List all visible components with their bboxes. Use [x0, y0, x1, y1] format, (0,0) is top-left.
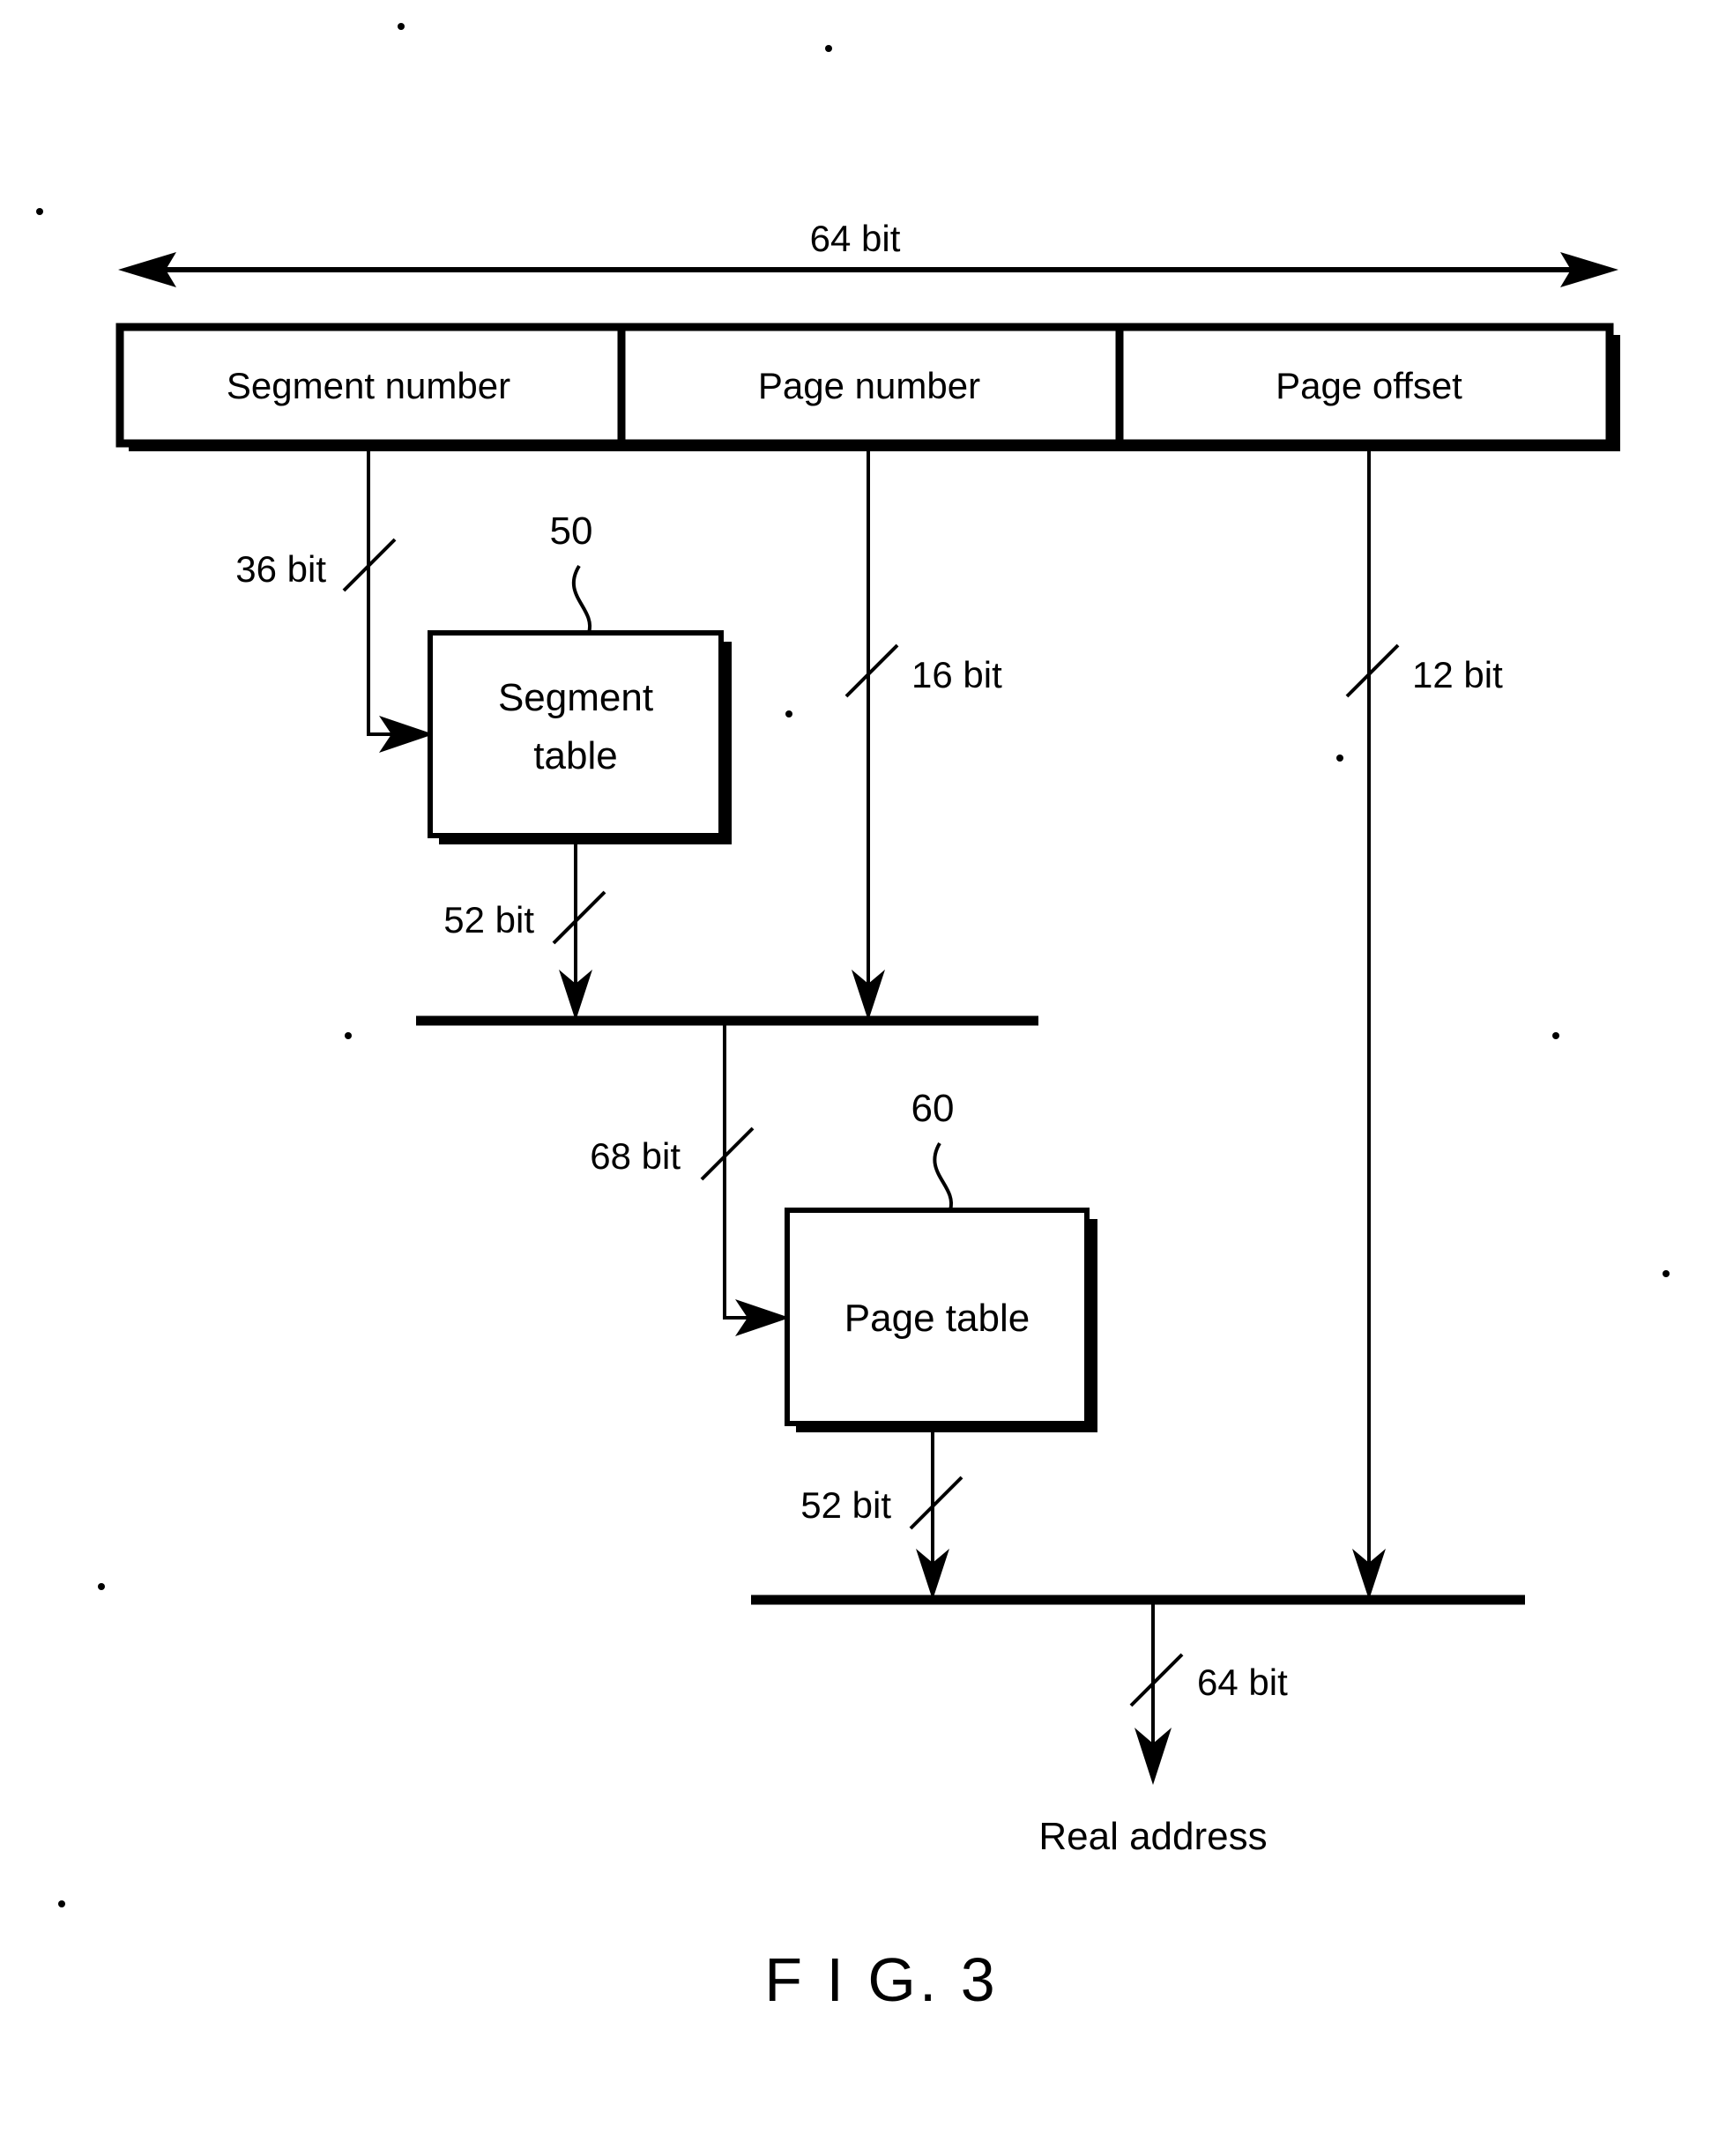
- segment-table-label-line1: Segment: [498, 676, 653, 719]
- figure-page: 64 bit Segment number Page number Page o…: [0, 0, 1711, 2156]
- bit-label-segment-table-out: 52 bit: [443, 899, 534, 940]
- bit-label-segment-number-out: 36 bit: [235, 548, 326, 590]
- total-width-label: 64 bit: [810, 218, 901, 259]
- page-table-label: Page table: [844, 1297, 1030, 1340]
- segment-table-output-path: [552, 836, 606, 1021]
- segment-table-label-line2: table: [533, 734, 617, 777]
- real-address-path: [1129, 1600, 1184, 1785]
- page-number-path: [844, 443, 899, 1021]
- bit-label-real-address-out: 64 bit: [1197, 1662, 1288, 1703]
- bit-label-page-number-out: 16 bit: [911, 654, 1002, 695]
- bit-label-merged-bus-1: 68 bit: [590, 1135, 681, 1177]
- scan-speckle: [398, 23, 405, 30]
- reference-label-60: 60: [911, 1087, 955, 1130]
- merged-bus-1-path: [700, 1021, 790, 1336]
- field-label-page-offset: Page offset: [1276, 365, 1462, 406]
- scan-speckle: [1336, 755, 1343, 762]
- scan-speckle: [1552, 1032, 1559, 1039]
- field-label-page-number: Page number: [758, 365, 980, 406]
- scan-speckle: [1663, 1270, 1670, 1277]
- segment-number-path: [342, 443, 434, 753]
- scan-speckle: [825, 45, 832, 52]
- scan-speckle: [58, 1900, 65, 1907]
- scan-speckle: [98, 1583, 105, 1590]
- figure-caption: F I G. 3: [764, 1945, 998, 2014]
- reference-leader-50: [571, 564, 592, 634]
- reference-label-50: 50: [550, 509, 593, 553]
- scan-speckle: [785, 710, 792, 717]
- bit-label-page-offset-out: 12 bit: [1412, 654, 1503, 695]
- page-offset-path: [1345, 443, 1400, 1600]
- bit-label-page-table-out: 52 bit: [800, 1484, 891, 1526]
- field-label-segment-number: Segment number: [227, 365, 510, 406]
- page-table-output-path: [909, 1424, 963, 1600]
- reference-leader-60: [933, 1141, 954, 1211]
- scan-speckle: [36, 208, 43, 215]
- real-address-label: Real address: [1038, 1815, 1267, 1858]
- fig-3-diagram: 64 bit Segment number Page number Page o…: [36, 23, 1670, 2014]
- scan-speckle: [345, 1032, 352, 1039]
